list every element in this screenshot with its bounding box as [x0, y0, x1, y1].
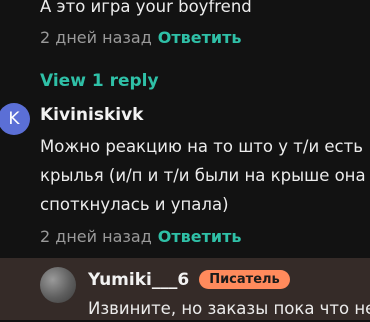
author-avatar[interactable]	[40, 267, 76, 303]
author-reply-header: Yumiki___6 Писатель	[88, 270, 290, 290]
reply-button[interactable]: Ответить	[158, 28, 242, 47]
avatar[interactable]: K	[0, 103, 30, 135]
view-replies-link[interactable]: View 1 reply	[40, 71, 159, 91]
comment-text-line-3: споткнулась и упала)	[40, 195, 229, 214]
comment-meta: 2 дней назад Ответить	[40, 227, 242, 246]
comment-username[interactable]: Kiviniskivk	[40, 105, 143, 125]
reply-button[interactable]: Ответить	[158, 227, 242, 246]
comment-meta: 2 дней назад Ответить	[40, 28, 242, 47]
comment-time: 2 дней назад	[40, 28, 152, 47]
author-reply-text: Извините, но заказы пока что не	[88, 299, 370, 318]
author-username[interactable]: Yumiki___6	[88, 270, 189, 290]
comment-time: 2 дней назад	[40, 227, 152, 246]
comment-text-line-1: Можно реакцию на то што у т/и есть	[40, 137, 363, 156]
comment-text-line-2: крылья (и/п и т/и были на крыше она	[40, 166, 366, 185]
comment-text: А это игра your boyfrend	[40, 0, 252, 16]
writer-badge: Писатель	[199, 270, 290, 289]
